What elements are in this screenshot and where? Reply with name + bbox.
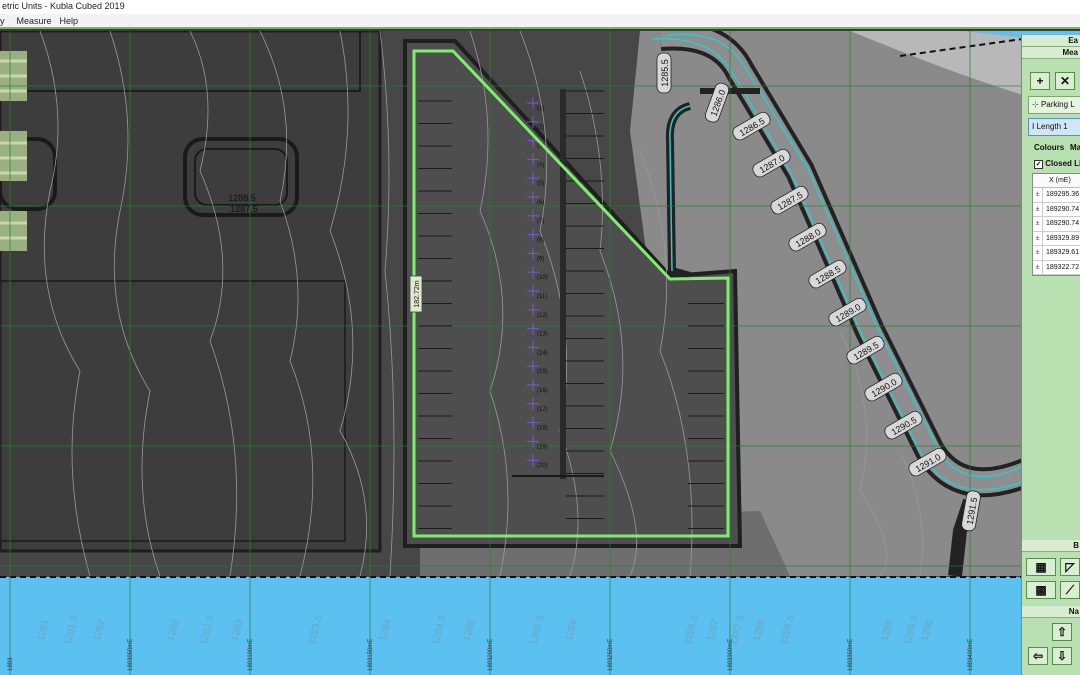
menu-item-y[interactable]: y — [0, 14, 11, 27]
parking-number: (5) — [537, 181, 544, 187]
texture-patches — [0, 51, 27, 251]
measure-item-length[interactable]: Ⅰ Length 1 — [1028, 118, 1080, 136]
contour-label: 1287.5 — [230, 204, 258, 214]
tool-button-1[interactable]: ▦ — [1026, 558, 1056, 576]
window-title: etric Units - Kubla Cubed 2019 — [2, 1, 125, 11]
table-cell-x[interactable]: 189329.89 — [1043, 232, 1079, 246]
window-title-bar: etric Units - Kubla Cubed 2019 — [0, 0, 1080, 14]
map-viewport[interactable]: (1) (2) (3) (4) (5) (6) (7) (8) (9) (10) (11) (12)(… — [0, 31, 1080, 675]
table-cell-x[interactable]: 189329.61 — [1043, 246, 1079, 260]
table-cell-x[interactable]: 189295.36 — [1043, 188, 1079, 202]
row-handle[interactable]: ± — [1033, 202, 1043, 216]
grid-coordinate-label: 1893400mE — [968, 639, 974, 671]
add-measure-button[interactable]: + — [1030, 72, 1050, 90]
table-row[interactable]: ±189329.89 — [1033, 231, 1080, 246]
coordinate-table: X (mE) ±189295.36 ±189290.74 ±189290.74 … — [1032, 173, 1080, 276]
parking-number: (18) — [537, 426, 548, 432]
grid-coordinate-label: 1893350mE — [848, 639, 854, 671]
row-handle[interactable]: ± — [1033, 246, 1043, 260]
measure-item-length-label: Length 1 — [1036, 122, 1068, 131]
row-handle[interactable]: ± — [1033, 217, 1043, 231]
parking-number: (13) — [537, 332, 548, 338]
grid-coordinate-label: 1893 — [8, 657, 14, 671]
row-handle[interactable]: ± — [1033, 260, 1043, 274]
panel-header-b: B — [1022, 540, 1080, 552]
parking-icon: ⊹ — [1032, 100, 1039, 109]
contour-label: 1285.5 — [656, 52, 672, 94]
table-cell-x[interactable]: 189290.74 — [1043, 203, 1079, 217]
tool-button-3[interactable]: ▩ — [1026, 581, 1056, 599]
table-row[interactable]: ±189290.74 — [1033, 217, 1080, 232]
panel-header-earthworks: Ea — [1022, 35, 1080, 47]
closed-line-label: Closed Li — [1045, 159, 1080, 168]
right-side-panel: Ea Mea + ✕ ⊹ Parking L Ⅰ Length 1 Colour… — [1021, 35, 1080, 675]
grid-coordinate-label: 1893100mE — [248, 639, 254, 671]
parking-number: (14) — [537, 350, 548, 356]
parking-number: (16) — [537, 388, 548, 394]
ma-label[interactable]: Ma — [1070, 143, 1080, 152]
contour-label: 1288.5 — [228, 193, 256, 203]
parking-number: (19) — [537, 444, 548, 450]
parking-number: (9) — [537, 256, 544, 262]
closed-line-checkbox[interactable]: ✓ — [1034, 160, 1043, 169]
parking-number: (17) — [537, 407, 548, 413]
table-row[interactable]: ±189329.61 — [1033, 246, 1080, 261]
menu-item-help[interactable]: Help — [58, 14, 85, 27]
menu-bar: y Measure Help — [0, 14, 1080, 29]
delete-measure-button[interactable]: ✕ — [1055, 72, 1075, 90]
parking-median — [560, 89, 566, 479]
grid-coordinate-label: 1893200mE — [488, 639, 494, 671]
row-handle[interactable]: ± — [1033, 188, 1043, 202]
closed-line-checkbox-row[interactable]: ✓ Closed Li — [1034, 159, 1080, 169]
grid-coordinate-label: 1893150mE — [368, 639, 374, 671]
parking-number: (12) — [537, 313, 548, 319]
parking-number: (11) — [537, 294, 547, 300]
grid-coordinate-label: 1893300mE — [728, 639, 734, 671]
tool-button-4[interactable]: ⟋ — [1060, 581, 1080, 599]
parking-number: (4) — [537, 162, 544, 168]
grid-coordinate-label: 1893050mE — [128, 639, 134, 671]
length-tag-text: 182.72m — [414, 280, 421, 307]
svg-text:1285.5: 1285.5 — [660, 59, 670, 87]
row-handle[interactable]: ± — [1033, 231, 1043, 245]
table-row[interactable]: ±189290.74 — [1033, 202, 1080, 217]
parking-number: (6) — [537, 200, 544, 206]
tool-button-2[interactable]: ◸ — [1060, 558, 1080, 576]
grid-coordinate-label: 1893250mE — [608, 639, 614, 671]
ruler-icon: Ⅰ — [1032, 122, 1035, 131]
pan-up-button[interactable]: ⇧ — [1052, 623, 1072, 641]
length-tag: 182.72m — [409, 275, 423, 313]
table-cell-x[interactable]: 189290.74 — [1043, 217, 1079, 231]
table-cell-x[interactable]: 189322.72 — [1043, 261, 1079, 275]
parking-number: (15) — [537, 369, 548, 375]
panel-header-navigate: Na — [1022, 606, 1080, 618]
measure-item-parking[interactable]: ⊹ Parking L — [1028, 96, 1080, 114]
measure-item-parking-label: Parking L — [1040, 100, 1075, 109]
menu-item-measure[interactable]: Measure — [11, 14, 58, 27]
colours-label[interactable]: Colours — [1034, 143, 1064, 152]
parking-number: (1) — [537, 106, 544, 112]
parking-number: (20) — [537, 463, 548, 469]
panel-header-measure: Mea — [1022, 47, 1080, 59]
pond-contour-labels: 1288.51287.5 — [228, 193, 258, 214]
table-row[interactable]: ±189295.36 — [1033, 188, 1080, 203]
table-header-x: X (mE) — [1033, 174, 1080, 188]
site-map-canvas[interactable]: (1)(2)(3)(4)(5)(6)(7)(8)(9)(10)(11)(12)(… — [0, 31, 1080, 675]
pan-left-button[interactable]: ⇦ — [1028, 647, 1048, 665]
parking-number: (2) — [537, 125, 544, 131]
table-row[interactable]: ±189322.72 — [1033, 260, 1080, 275]
parking-number: (8) — [537, 238, 544, 244]
pan-down-button[interactable]: ⇩ — [1052, 647, 1072, 665]
parking-number: (10) — [537, 275, 548, 281]
parking-number: (7) — [537, 219, 544, 225]
